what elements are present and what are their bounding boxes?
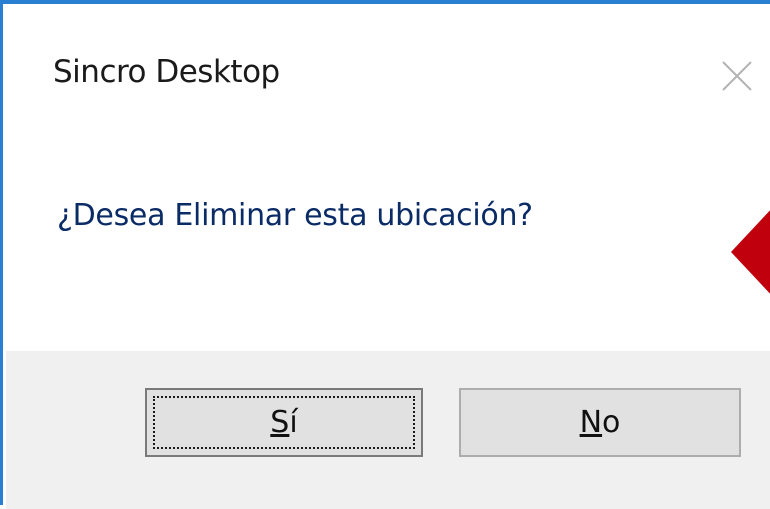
no-button[interactable]: No	[459, 388, 741, 457]
yes-button-label: Sí	[270, 405, 297, 440]
close-button[interactable]	[693, 46, 770, 106]
no-mnemonic: N	[579, 405, 603, 440]
dialog-title: Sincro Desktop	[53, 54, 280, 90]
yes-label-rest: í	[289, 405, 298, 440]
confirm-dialog: Sincro Desktop ¿Desea Eliminar esta ubic…	[0, 0, 770, 509]
yes-button[interactable]: Sí	[145, 388, 423, 457]
no-button-label: No	[580, 405, 621, 440]
close-icon	[722, 61, 752, 91]
no-label-rest: o	[602, 405, 621, 440]
dialog-message: ¿Desea Eliminar esta ubicación?	[57, 198, 533, 233]
red-arrow-pointer-icon	[731, 210, 770, 294]
focus-ring: Sí	[153, 396, 415, 449]
yes-mnemonic: S	[270, 405, 290, 440]
